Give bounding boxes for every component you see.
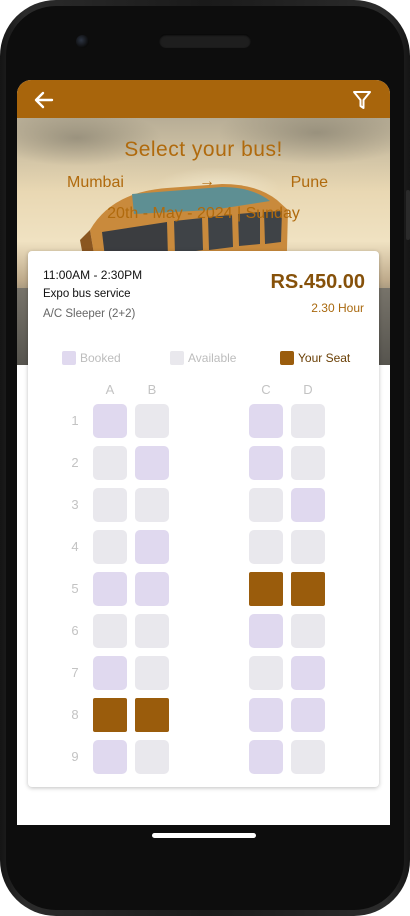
legend-your-seat: Your Seat (280, 351, 350, 365)
available-swatch (170, 351, 184, 365)
trip-summary: 11:00AM - 2:30PM Expo bus service A/C Sl… (28, 251, 379, 339)
seat-b4-booked[interactable] (135, 530, 169, 564)
seat-b7-available[interactable] (135, 656, 169, 690)
home-indicator[interactable] (152, 833, 256, 838)
seat-a7-booked[interactable] (93, 656, 127, 690)
seat-legend: Booked Available Your Seat (28, 351, 379, 367)
legend-your-seat-label: Your Seat (298, 351, 351, 365)
destination-city: Pune (290, 174, 328, 191)
row-label: 6 (71, 623, 79, 638)
seat-c3-available[interactable] (249, 488, 283, 522)
seat-c2-booked[interactable] (249, 446, 283, 480)
app-header (17, 80, 390, 118)
trip-price: RS.450.00 (270, 271, 365, 293)
seat-d3-booked[interactable] (291, 488, 325, 522)
seat-c9-booked[interactable] (249, 740, 283, 774)
seat-c4-available[interactable] (249, 530, 283, 564)
seat-c7-available[interactable] (249, 656, 283, 690)
column-label-d: D (303, 382, 313, 397)
trip-duration: 2.30 Hour (311, 301, 364, 315)
seat-d6-available[interactable] (291, 614, 325, 648)
seat-d1-available[interactable] (291, 404, 325, 438)
seat-a2-available[interactable] (93, 446, 127, 480)
seat-b2-booked[interactable] (135, 446, 169, 480)
seat-a4-available[interactable] (93, 530, 127, 564)
seat-c8-booked[interactable] (249, 698, 283, 732)
row-label: 2 (71, 455, 79, 470)
seat-b3-available[interactable] (135, 488, 169, 522)
legend-booked: Booked (62, 351, 121, 365)
app-screen: Select your bus! Mumbai → Pune 20th - Ma… (17, 80, 390, 825)
seat-b9-available[interactable] (135, 740, 169, 774)
bus-operator: Expo bus service (43, 288, 131, 300)
filter-funnel-icon (353, 91, 371, 109)
trip-time: 11:00AM - 2:30PM (43, 268, 143, 282)
power-button (406, 190, 410, 240)
seat-b5-booked[interactable] (135, 572, 169, 606)
back-button[interactable] (33, 89, 55, 111)
seat-a6-available[interactable] (93, 614, 127, 648)
row-label: 9 (71, 749, 79, 764)
row-label: 7 (71, 665, 79, 680)
seat-d9-available[interactable] (291, 740, 325, 774)
seat-d4-available[interactable] (291, 530, 325, 564)
seat-a9-booked[interactable] (93, 740, 127, 774)
column-label-a: A (105, 382, 115, 397)
legend-available: Available (170, 351, 236, 365)
seat-d2-available[interactable] (291, 446, 325, 480)
seat-b8-mine[interactable] (135, 698, 169, 732)
seat-b6-available[interactable] (135, 614, 169, 648)
seat-d7-booked[interactable] (291, 656, 325, 690)
legend-booked-label: Booked (80, 351, 121, 365)
filter-button[interactable] (352, 89, 372, 111)
row-label: 4 (71, 539, 79, 554)
seat-a5-booked[interactable] (93, 572, 127, 606)
seat-a1-booked[interactable] (93, 404, 127, 438)
booked-swatch (62, 351, 76, 365)
earpiece-speaker (159, 34, 251, 48)
front-camera (76, 35, 89, 48)
your-seat-swatch (280, 351, 294, 365)
row-label: 3 (71, 497, 79, 512)
seat-selection-card: 11:00AM - 2:30PM Expo bus service A/C Sl… (28, 251, 379, 787)
row-label: 5 (71, 581, 79, 596)
row-label: 1 (71, 413, 79, 428)
travel-date: 20th - May - 2024 | Sunday (107, 205, 300, 222)
row-label: 8 (71, 707, 79, 722)
arrow-left-icon (34, 91, 54, 109)
page-title: Select your bus! (124, 138, 283, 161)
seat-c1-booked[interactable] (249, 404, 283, 438)
bus-type: A/C Sleeper (2+2) (43, 308, 136, 320)
column-label-b: B (147, 382, 157, 397)
seat-a3-available[interactable] (93, 488, 127, 522)
column-label-c: C (261, 382, 271, 397)
seat-a8-mine[interactable] (93, 698, 127, 732)
seat-b1-available[interactable] (135, 404, 169, 438)
seat-d8-booked[interactable] (291, 698, 325, 732)
seat-d5-mine[interactable] (291, 572, 325, 606)
seat-c5-mine[interactable] (249, 572, 283, 606)
legend-available-label: Available (188, 351, 237, 365)
origin-city: Mumbai (67, 174, 124, 191)
route-arrow-icon: → (199, 173, 215, 190)
seat-c6-booked[interactable] (249, 614, 283, 648)
